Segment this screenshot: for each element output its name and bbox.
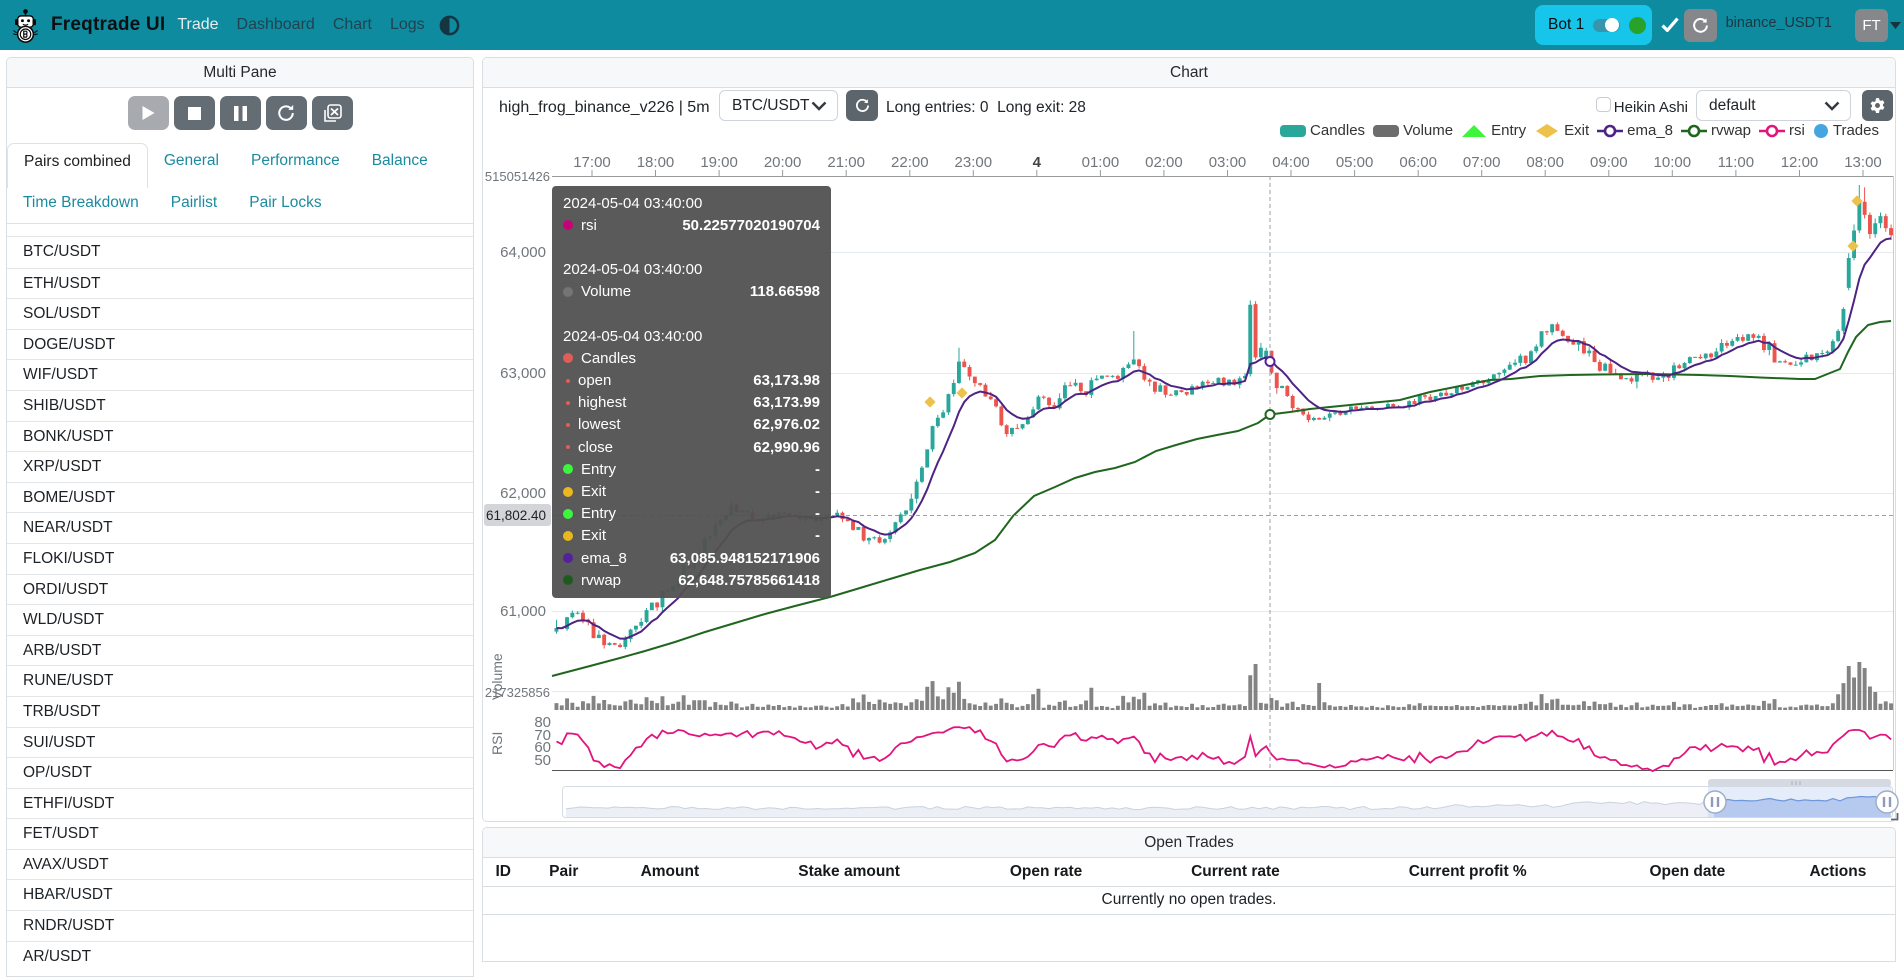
svg-text:07:00: 07:00 — [1463, 154, 1501, 171]
svg-text:13:00: 13:00 — [1844, 154, 1882, 171]
svg-text:22:00: 22:00 — [891, 154, 929, 171]
svg-text:61,802.40: 61,802.40 — [486, 508, 546, 523]
svg-text:01:00: 01:00 — [1082, 154, 1120, 171]
svg-text:11:00: 11:00 — [1718, 154, 1754, 171]
svg-text:515051426: 515051426 — [485, 169, 550, 184]
svg-text:10:00: 10:00 — [1654, 154, 1692, 171]
svg-text:19:00: 19:00 — [700, 154, 738, 171]
svg-text:64,000: 64,000 — [500, 244, 546, 261]
svg-text:63,000: 63,000 — [500, 365, 546, 382]
svg-text:23:00: 23:00 — [955, 154, 993, 171]
svg-text:4: 4 — [1033, 154, 1042, 171]
svg-text:20:00: 20:00 — [764, 154, 802, 171]
svg-text:18:00: 18:00 — [637, 154, 675, 171]
svg-text:02:00: 02:00 — [1145, 154, 1183, 171]
svg-text:61,000: 61,000 — [500, 603, 546, 620]
svg-text:21:00: 21:00 — [827, 154, 865, 171]
svg-text:06:00: 06:00 — [1399, 154, 1437, 171]
svg-text:08:00: 08:00 — [1526, 154, 1564, 171]
svg-text:RSI: RSI — [489, 732, 505, 755]
svg-text:09:00: 09:00 — [1590, 154, 1628, 171]
svg-text:62,000: 62,000 — [500, 485, 546, 502]
svg-text:05:00: 05:00 — [1336, 154, 1374, 171]
svg-text:03:00: 03:00 — [1209, 154, 1247, 171]
svg-text:Volume: Volume — [489, 653, 505, 700]
svg-text:17:00: 17:00 — [573, 154, 611, 171]
svg-text:12:00: 12:00 — [1781, 154, 1819, 171]
svg-text:50: 50 — [534, 752, 551, 769]
svg-text:04:00: 04:00 — [1272, 154, 1310, 171]
